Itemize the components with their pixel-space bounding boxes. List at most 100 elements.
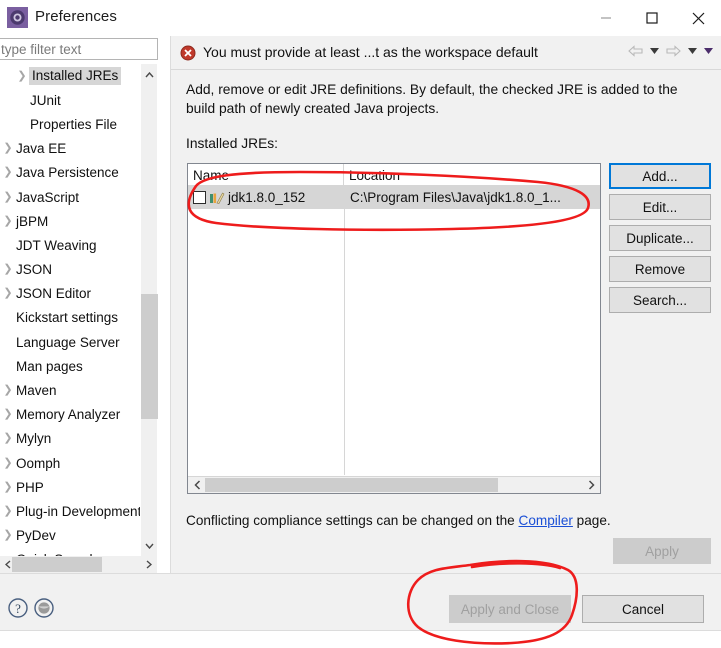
chevron-right-icon[interactable]: ❯: [14, 70, 30, 82]
scroll-right-icon[interactable]: [141, 556, 157, 573]
sidebar-item-plug-in-development[interactable]: ❯ Plug-in Development: [0, 499, 140, 523]
jre-default-checkbox[interactable]: [193, 191, 206, 204]
sidebar-item-memory-analyzer[interactable]: ❯ Memory Analyzer: [0, 403, 140, 427]
sidebar-item-label: PyDev: [16, 528, 56, 544]
sidebar-item-label: Memory Analyzer: [16, 407, 121, 423]
back-arrow-icon[interactable]: [628, 45, 643, 57]
sidebar-item-jdt-weaving[interactable]: ❯JDT Weaving: [0, 233, 140, 257]
sidebar-item-maven[interactable]: ❯ Maven: [0, 378, 140, 402]
preferences-dialog: Preferences type filter text ❯ Installed…: [0, 0, 721, 648]
table-scroll-left-icon[interactable]: [189, 477, 205, 493]
sidebar-item-oomph[interactable]: ❯ Oomph: [0, 451, 140, 475]
table-header: Name Location: [188, 164, 600, 186]
chevron-right-icon[interactable]: ❯: [0, 457, 16, 469]
installed-jres-label: Installed JREs:: [186, 136, 279, 151]
view-menu-chevron-down-icon[interactable]: [704, 48, 713, 54]
chevron-right-icon[interactable]: ❯: [0, 505, 16, 517]
table-scroll-right-icon[interactable]: [583, 477, 599, 493]
search-button[interactable]: Search...: [609, 287, 711, 313]
back-chevron-down-icon[interactable]: [650, 48, 659, 54]
sidebar-item-mylyn[interactable]: ❯ Mylyn: [0, 427, 140, 451]
chevron-right-icon[interactable]: ❯: [0, 264, 16, 275]
add-button[interactable]: Add...: [609, 163, 711, 189]
sidebar-item-pydev[interactable]: ❯ PyDev: [0, 524, 140, 548]
sidebar-item-label: Mylyn: [16, 431, 52, 447]
sidebar-item-label: Man pages: [16, 358, 83, 374]
filter-placeholder: type filter text: [1, 41, 82, 57]
sidebar-item-language-server[interactable]: ❯Language Server: [0, 330, 140, 354]
column-header-location[interactable]: Location: [344, 164, 600, 186]
chevron-right-icon[interactable]: ❯: [0, 191, 16, 203]
tree-horizontal-scrollbar[interactable]: [0, 556, 157, 573]
tree-scroll-thumb[interactable]: [141, 294, 158, 419]
sidebar-item-installed-jres[interactable]: ❯ Installed JREs: [0, 64, 140, 88]
table-hscroll-thumb[interactable]: [205, 478, 498, 492]
edit-button[interactable]: Edit...: [609, 194, 711, 220]
message-nav-icons: [628, 45, 713, 57]
chevron-right-icon[interactable]: ❯: [0, 385, 16, 396]
sidebar-item-label: Java EE: [16, 141, 67, 157]
note-prefix: Conflicting compliance settings can be c…: [186, 513, 519, 528]
close-button[interactable]: [675, 0, 721, 36]
sidebar-item-junit[interactable]: ❯JUnit: [0, 88, 140, 112]
column-header-name[interactable]: Name: [188, 164, 344, 186]
filter-input[interactable]: type filter text: [0, 38, 158, 60]
chevron-right-icon[interactable]: ❯: [0, 481, 16, 493]
sidebar-item-label: jBPM: [16, 213, 49, 229]
window-title: Preferences: [35, 8, 117, 25]
jre-library-icon: [209, 191, 225, 205]
installed-jres-table[interactable]: Name Location jdk1.8.0_152 C:\Program Fi…: [187, 163, 601, 494]
sidebar-item-javascript[interactable]: ❯ JavaScript: [0, 185, 140, 209]
tree-vertical-scrollbar[interactable]: [140, 64, 158, 556]
forward-chevron-down-icon[interactable]: [688, 48, 697, 54]
tree-hscroll-thumb[interactable]: [12, 557, 102, 572]
chevron-right-icon[interactable]: ❯: [0, 167, 16, 178]
sidebar-item-label: Properties File: [30, 116, 118, 132]
error-icon: [180, 45, 196, 61]
chevron-right-icon[interactable]: ❯: [0, 215, 16, 227]
maximize-button[interactable]: [629, 0, 675, 36]
sidebar-item-json-editor[interactable]: ❯ JSON Editor: [0, 282, 140, 306]
compliance-note: Conflicting compliance settings can be c…: [186, 513, 611, 528]
sidebar-item-label: Maven: [16, 383, 57, 399]
sidebar-item-java-persistence[interactable]: ❯ Java Persistence: [0, 161, 140, 185]
sidebar-item-quick-search[interactable]: ❯Quick Search: [0, 548, 140, 556]
sidebar-item-java-ee[interactable]: ❯ Java EE: [0, 137, 140, 161]
chevron-right-icon[interactable]: ❯: [0, 433, 16, 444]
sidebar-item-label: JDT Weaving: [16, 237, 97, 253]
window-controls: [583, 0, 721, 36]
apply-button[interactable]: Apply: [613, 538, 711, 564]
minimize-button[interactable]: [583, 0, 629, 36]
note-suffix: page.: [572, 513, 611, 528]
dialog-button-bar: ? Apply and Close Cancel: [0, 573, 721, 648]
scroll-down-icon[interactable]: [141, 537, 158, 554]
chevron-right-icon[interactable]: ❯: [0, 409, 16, 420]
chevron-right-icon[interactable]: ❯: [0, 143, 16, 154]
sidebar-item-kickstart-settings[interactable]: ❯Kickstart settings: [0, 306, 140, 330]
sidebar-item-man-pages[interactable]: ❯Man pages: [0, 354, 140, 378]
scroll-up-icon[interactable]: [141, 66, 158, 83]
bottom-edge: [0, 630, 721, 648]
chevron-right-icon[interactable]: ❯: [0, 530, 16, 541]
sidebar-item-jbpm[interactable]: ❯ jBPM: [0, 209, 140, 233]
globe-icon[interactable]: [33, 597, 55, 619]
sidebar-item-php[interactable]: ❯ PHP: [0, 475, 140, 499]
cancel-button[interactable]: Cancel: [582, 595, 704, 623]
jre-action-buttons: Add... Edit... Duplicate... Remove Searc…: [609, 163, 711, 313]
column-divider: [344, 186, 345, 475]
preferences-gear-icon: [7, 7, 28, 28]
remove-button[interactable]: Remove: [609, 256, 711, 282]
cell-name: jdk1.8.0_152: [188, 186, 344, 209]
duplicate-button[interactable]: Duplicate...: [609, 225, 711, 251]
preferences-tree[interactable]: ❯Installed JREs❯JUnit❯Properties File❯Ja…: [0, 64, 140, 556]
apply-and-close-button[interactable]: Apply and Close: [449, 595, 571, 623]
sidebar-item-properties-file[interactable]: ❯Properties File: [0, 112, 140, 136]
compiler-link[interactable]: Compiler: [519, 513, 573, 528]
sidebar-item-json[interactable]: ❯ JSON: [0, 258, 140, 282]
table-horizontal-scrollbar[interactable]: [188, 476, 600, 493]
table-row[interactable]: jdk1.8.0_152 C:\Program Files\Java\jdk1.…: [188, 186, 600, 209]
chevron-right-icon[interactable]: ❯: [0, 288, 16, 299]
forward-arrow-icon[interactable]: [666, 45, 681, 57]
help-icon[interactable]: ?: [7, 597, 29, 619]
table-body: jdk1.8.0_152 C:\Program Files\Java\jdk1.…: [188, 186, 600, 475]
